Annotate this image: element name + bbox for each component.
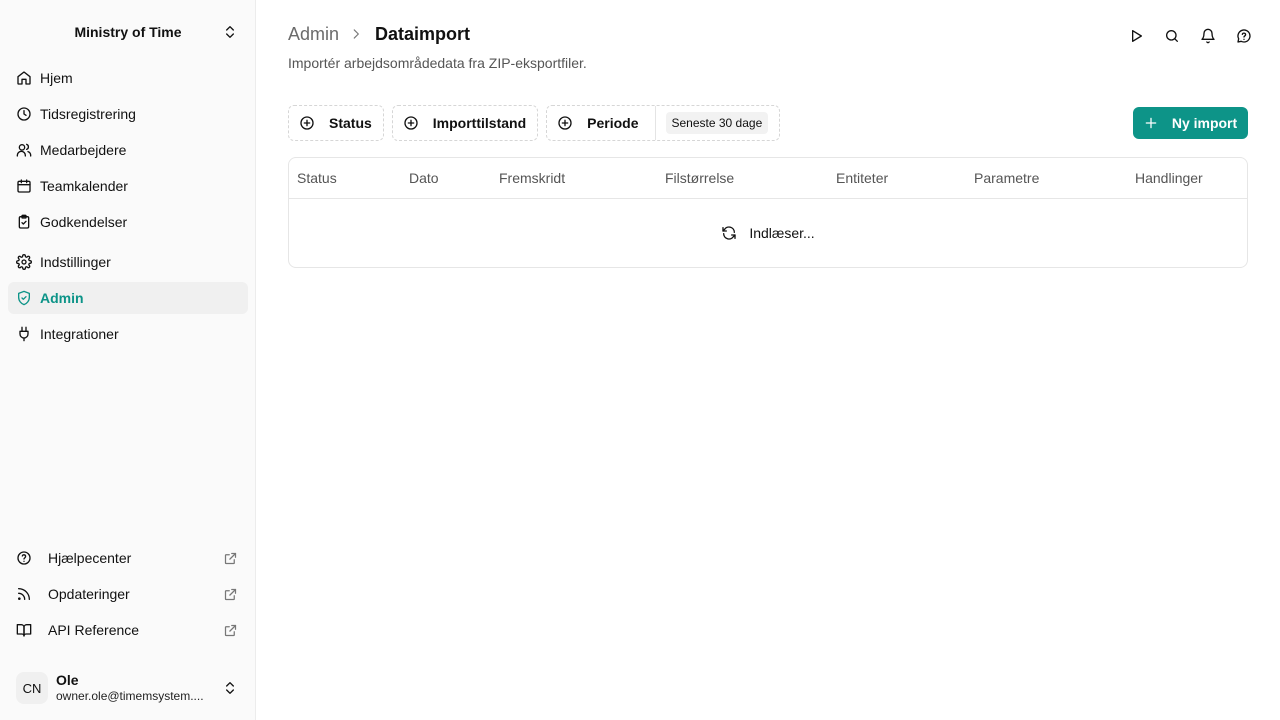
sidebar-item-integrationer[interactable]: Integrationer bbox=[8, 318, 248, 350]
plus-circle-icon bbox=[300, 116, 314, 130]
link-label: API Reference bbox=[48, 622, 140, 638]
filter-label: Importtilstand bbox=[432, 115, 527, 131]
play-button[interactable] bbox=[1124, 24, 1148, 48]
loading-text: Indlæser... bbox=[749, 225, 815, 241]
external-link-icon bbox=[224, 624, 237, 637]
period-value-chip: Seneste 30 dage bbox=[665, 112, 769, 134]
sidebar-item-tidsregistrering[interactable]: Tidsregistrering bbox=[8, 98, 248, 130]
gear-icon bbox=[16, 254, 32, 270]
sidebar-nav: Hjem Tidsregistrering Medarbejdere Teamk… bbox=[8, 62, 248, 354]
user-name: Ole bbox=[56, 672, 79, 688]
chevron-right-icon bbox=[353, 29, 359, 39]
sidebar-item-label: Godkendelser bbox=[40, 214, 128, 230]
sidebar-item-medarbejdere[interactable]: Medarbejdere bbox=[8, 134, 248, 166]
new-import-label: Ny import bbox=[1171, 115, 1238, 131]
link-label: Opdateringer bbox=[48, 586, 130, 602]
play-icon bbox=[1132, 30, 1142, 42]
imports-table: Status Dato Fremskridt Filstørrelse Enti… bbox=[288, 157, 1248, 268]
sidebar-item-teamkalender[interactable]: Teamkalender bbox=[8, 170, 248, 202]
link-label: Hjælpecenter bbox=[48, 550, 132, 566]
sidebar-item-admin[interactable]: Admin bbox=[8, 282, 248, 314]
avatar: CN bbox=[16, 672, 48, 704]
column-header-handlinger: Handlinger bbox=[1135, 170, 1203, 186]
filter-status-button[interactable]: Status bbox=[288, 105, 384, 141]
column-header-dato: Dato bbox=[409, 170, 439, 186]
clock-icon bbox=[17, 107, 31, 121]
bell-icon bbox=[1201, 28, 1215, 44]
plug-icon bbox=[19, 326, 29, 342]
main-content: Admin Dataimport Importér arbejdsområded… bbox=[256, 0, 1280, 720]
refresh-icon bbox=[722, 226, 736, 240]
home-icon bbox=[17, 71, 31, 85]
shield-check-icon bbox=[18, 290, 30, 306]
column-header-status: Status bbox=[297, 170, 337, 186]
workspace-name: Ministry of Time bbox=[74, 24, 182, 40]
notifications-button[interactable] bbox=[1196, 24, 1220, 48]
link-api-reference[interactable]: API Reference bbox=[8, 614, 248, 646]
filter-import-state-button[interactable]: Importtilstand bbox=[391, 105, 539, 141]
table-header: Status Dato Fremskridt Filstørrelse Enti… bbox=[289, 158, 1247, 199]
chevrons-up-down-icon bbox=[226, 26, 234, 38]
filter-divider bbox=[654, 106, 656, 140]
sidebar-item-godkendelser[interactable]: Godkendelser bbox=[8, 206, 248, 238]
sidebar-item-label: Tidsregistrering bbox=[40, 106, 136, 122]
users-icon bbox=[16, 143, 32, 157]
plus-circle-icon bbox=[404, 116, 418, 130]
column-header-entiteter: Entiteter bbox=[836, 170, 889, 186]
help-button[interactable] bbox=[1232, 24, 1256, 48]
filter-label: Periode bbox=[587, 115, 639, 131]
sidebar-item-label: Hjem bbox=[40, 70, 73, 86]
filter-period-button[interactable]: Periode Seneste 30 dage bbox=[546, 105, 781, 141]
link-hjaelpecenter[interactable]: Hjælpecenter bbox=[8, 542, 248, 574]
filter-label: Status bbox=[329, 115, 372, 131]
user-email: owner.ole@timemsystem.... bbox=[56, 689, 204, 703]
column-header-fremskridt: Fremskridt bbox=[499, 170, 566, 186]
app-root: Ministry of Time Hjem Tidsregistrering M… bbox=[0, 0, 1280, 720]
external-link-icon bbox=[224, 588, 237, 601]
sidebar: Ministry of Time Hjem Tidsregistrering M… bbox=[0, 0, 256, 720]
chevrons-up-down-icon bbox=[226, 682, 234, 694]
new-import-button[interactable]: Ny import bbox=[1133, 107, 1248, 139]
sidebar-item-label: Indstillinger bbox=[40, 254, 111, 270]
user-info: Ole owner.ole@timemsystem.... bbox=[56, 672, 216, 704]
header-actions bbox=[1112, 24, 1256, 48]
sidebar-item-label: Admin bbox=[40, 290, 84, 306]
search-button[interactable] bbox=[1160, 24, 1184, 48]
help-circle-icon bbox=[17, 551, 31, 565]
rss-icon bbox=[18, 588, 30, 600]
plus-circle-icon bbox=[558, 116, 572, 130]
sidebar-item-label: Teamkalender bbox=[40, 178, 128, 194]
calendar-icon bbox=[17, 179, 31, 193]
user-menu[interactable]: CN Ole owner.ole@timemsystem.... bbox=[8, 664, 248, 712]
book-open-icon bbox=[16, 624, 32, 637]
search-icon bbox=[1166, 30, 1178, 42]
breadcrumb-admin[interactable]: Admin bbox=[288, 24, 339, 45]
page-subtitle: Importér arbejdsområdedata fra ZIP-ekspo… bbox=[288, 55, 587, 71]
column-header-parametre: Parametre bbox=[974, 170, 1040, 186]
external-link-icon bbox=[224, 552, 237, 565]
clipboard-check-icon bbox=[18, 214, 30, 229]
sidebar-item-hjem[interactable]: Hjem bbox=[8, 62, 248, 94]
sidebar-item-indstillinger[interactable]: Indstillinger bbox=[8, 246, 248, 278]
page-title: Dataimport bbox=[375, 23, 471, 44]
plus-icon bbox=[1145, 117, 1157, 129]
column-header-filstorrelse: Filstørrelse bbox=[665, 170, 735, 186]
filter-bar: Status Importtilstand Periode Seneste 30… bbox=[288, 105, 788, 141]
table-loading-row: Indlæser... bbox=[289, 199, 1247, 267]
sidebar-item-label: Medarbejdere bbox=[40, 142, 127, 158]
external-links: Hjælpecenter Opdateringer API Reference bbox=[8, 542, 248, 650]
help-chat-icon bbox=[1237, 29, 1251, 43]
workspace-switcher[interactable]: Ministry of Time bbox=[8, 14, 248, 50]
sidebar-item-label: Integrationer bbox=[40, 326, 119, 342]
breadcrumb: Admin Dataimport bbox=[288, 22, 470, 46]
link-opdateringer[interactable]: Opdateringer bbox=[8, 578, 248, 610]
